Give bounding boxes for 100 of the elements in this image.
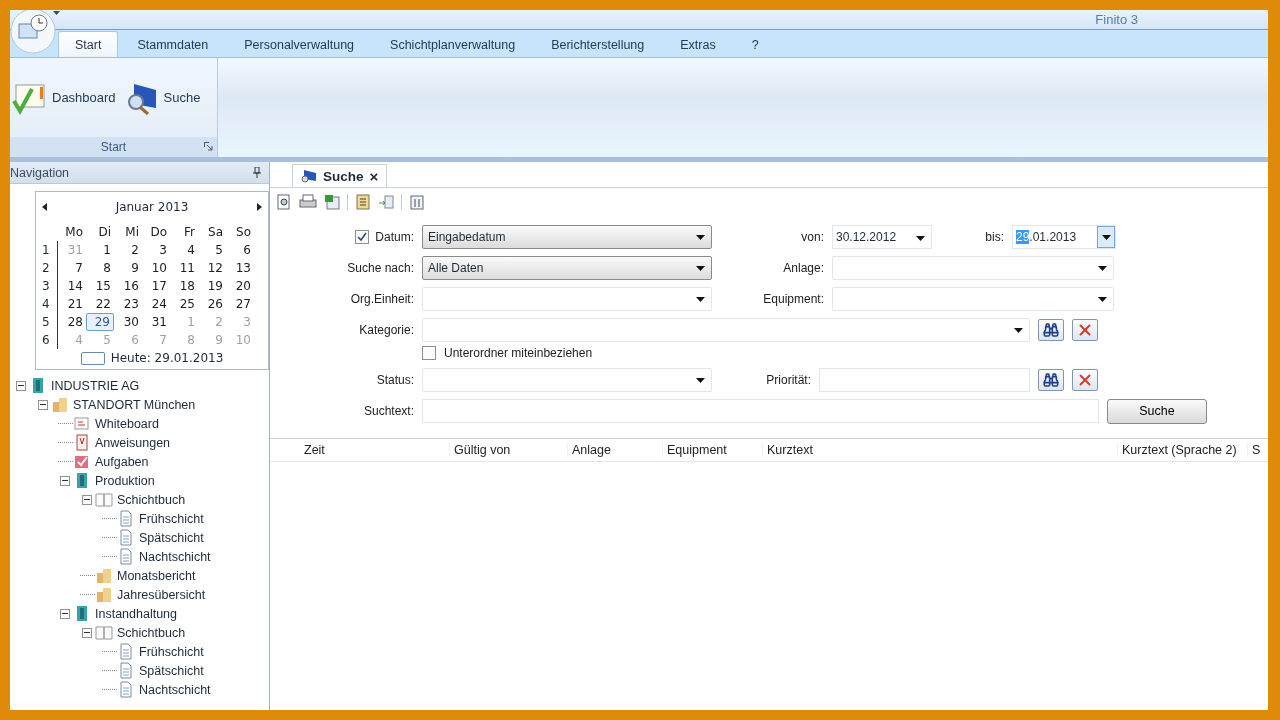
checkbox[interactable] xyxy=(355,230,370,244)
report-icon[interactable] xyxy=(355,193,371,210)
column-header[interactable]: Equipment xyxy=(663,443,763,457)
dropdown[interactable]: Alle Daten xyxy=(422,256,712,280)
tree-item[interactable]: Frühschicht xyxy=(139,644,204,659)
tree-item[interactable]: Frühschicht xyxy=(139,511,204,526)
document-tab[interactable]: Suche × xyxy=(292,164,388,187)
tree-item[interactable]: Nachtschicht xyxy=(139,682,211,697)
print-preview-icon[interactable] xyxy=(276,193,292,210)
tree-item[interactable]: INDUSTRIE AG xyxy=(51,378,140,393)
dialog-launcher-icon[interactable] xyxy=(204,142,213,151)
ribbon-tab[interactable]: Start xyxy=(58,31,119,57)
calendar-day[interactable]: 21 xyxy=(58,295,86,313)
calendar-day[interactable]: 20 xyxy=(226,277,254,295)
calendar-day[interactable]: 4 xyxy=(170,241,198,259)
calendar-day[interactable]: 5 xyxy=(198,241,226,259)
calendar-day[interactable]: 31 xyxy=(142,313,170,331)
column-header[interactable]: Anlage xyxy=(568,443,663,457)
calendar-day[interactable]: 26 xyxy=(198,295,226,313)
close-button[interactable]: × xyxy=(369,167,379,185)
field-label: bis: xyxy=(984,230,1005,244)
date-picker[interactable]: 30.12.2012 xyxy=(832,225,932,249)
collapse-toggle[interactable] xyxy=(60,475,70,486)
tree-item[interactable]: Aufgaben xyxy=(95,454,149,469)
calendar-day[interactable]: 27 xyxy=(226,295,254,313)
ribbon-tab[interactable]: Personalverwaltung xyxy=(227,31,372,57)
calendar-day[interactable]: 18 xyxy=(170,277,198,295)
column-header[interactable]: Zeit xyxy=(300,443,450,457)
calendar-day[interactable]: 10 xyxy=(142,259,170,277)
calendar-day[interactable]: 17 xyxy=(142,277,170,295)
ribbon-tab[interactable]: Stammdaten xyxy=(120,31,226,57)
date-picker[interactable]: 29.01.2013 xyxy=(1012,225,1116,249)
calendar-day[interactable]: 8 xyxy=(86,259,114,277)
calendar-day[interactable]: 2 xyxy=(114,241,142,259)
tree-item[interactable]: Anweisungen xyxy=(95,435,171,450)
calendar-day[interactable]: 9 xyxy=(114,259,142,277)
calendar-day[interactable]: 3 xyxy=(142,241,170,259)
calendar-day[interactable]: 30 xyxy=(114,313,142,331)
ribbon-tab[interactable]: Berichterstellung xyxy=(534,31,662,57)
tree-item[interactable]: Spätschicht xyxy=(139,530,204,545)
column-header[interactable]: S xyxy=(1248,443,1268,457)
calendar-day[interactable]: 28 xyxy=(58,313,86,331)
checkbox[interactable] xyxy=(422,346,436,360)
tree-item[interactable]: Schichtbuch xyxy=(117,492,186,507)
column-header[interactable]: Kurztext xyxy=(763,443,1118,457)
tree-item[interactable]: Spätschicht xyxy=(139,663,204,678)
clear-button[interactable] xyxy=(1072,319,1098,341)
ribbon-tab[interactable]: ? xyxy=(734,31,776,57)
ribbon-button[interactable]: Suche xyxy=(123,79,201,116)
dropdown[interactable]: Eingabedatum xyxy=(422,225,712,249)
printer-icon[interactable] xyxy=(299,193,317,210)
tree-item[interactable]: Produktion xyxy=(95,473,155,488)
export-arrow-icon[interactable] xyxy=(378,193,394,210)
tree-item[interactable]: Monatsbericht xyxy=(117,568,196,583)
binoculars-icon xyxy=(1043,372,1059,388)
calendar-day[interactable]: 6 xyxy=(226,241,254,259)
calendar-day[interactable]: 14 xyxy=(58,277,86,295)
tree-item[interactable]: Schichtbuch xyxy=(117,625,186,640)
calendar-day[interactable]: 23 xyxy=(114,295,142,313)
spreadsheet-export-icon[interactable] xyxy=(324,193,340,210)
search-button[interactable]: Suche xyxy=(1107,398,1207,424)
search-button[interactable] xyxy=(1038,319,1064,341)
collapse-toggle[interactable] xyxy=(82,494,92,505)
calendar-day[interactable]: 25 xyxy=(170,295,198,313)
ribbon-tab[interactable]: Extras xyxy=(663,31,733,57)
quick-access-caret-icon[interactable] xyxy=(53,11,60,15)
search-button[interactable] xyxy=(1038,369,1064,391)
calendar-day[interactable]: 15 xyxy=(86,277,114,295)
tree-item[interactable]: Whiteboard xyxy=(95,416,159,431)
input-field[interactable] xyxy=(819,368,1030,392)
tree-item[interactable]: STANDORT München xyxy=(73,397,196,412)
columns-icon[interactable] xyxy=(409,193,425,210)
calendar-day[interactable]: 1 xyxy=(86,241,114,259)
collapse-toggle[interactable] xyxy=(38,399,48,410)
today-link[interactable]: Heute: 29.01.2013 xyxy=(110,351,224,365)
calendar-day[interactable]: 11 xyxy=(170,259,198,277)
calendar-day[interactable]: 12 xyxy=(198,259,226,277)
column-header[interactable]: Kurztext (Sprache 2) xyxy=(1118,443,1248,457)
collapse-toggle[interactable] xyxy=(60,608,70,619)
clear-button[interactable] xyxy=(1072,369,1098,391)
tree-item[interactable]: Instandhaltung xyxy=(95,606,177,621)
next-month-icon[interactable] xyxy=(257,203,262,211)
ribbon-button[interactable]: Dashboard xyxy=(12,80,116,115)
calendar-day[interactable]: 22 xyxy=(86,295,114,313)
previous-month-icon[interactable] xyxy=(42,203,47,211)
calendar-day[interactable]: 19 xyxy=(198,277,226,295)
input-field[interactable] xyxy=(422,399,1099,423)
collapse-toggle[interactable] xyxy=(16,380,26,391)
tree-item[interactable]: Jahresübersicht xyxy=(117,587,206,602)
calendar-day[interactable]: 24 xyxy=(142,295,170,313)
calendar-day[interactable]: 16 xyxy=(114,277,142,295)
calendar-day[interactable]: 13 xyxy=(226,259,254,277)
collapse-toggle[interactable] xyxy=(82,627,92,638)
pin-icon[interactable] xyxy=(253,167,261,178)
ribbon-tab[interactable]: Schichtplanverwaltung xyxy=(373,31,533,57)
column-header[interactable]: Gültig von xyxy=(450,443,568,457)
calendar-day[interactable]: 29 xyxy=(86,313,114,331)
calendar-day[interactable]: 7 xyxy=(58,259,86,277)
tree-item[interactable]: Nachtschicht xyxy=(139,549,211,564)
caret-icon xyxy=(1098,296,1107,302)
